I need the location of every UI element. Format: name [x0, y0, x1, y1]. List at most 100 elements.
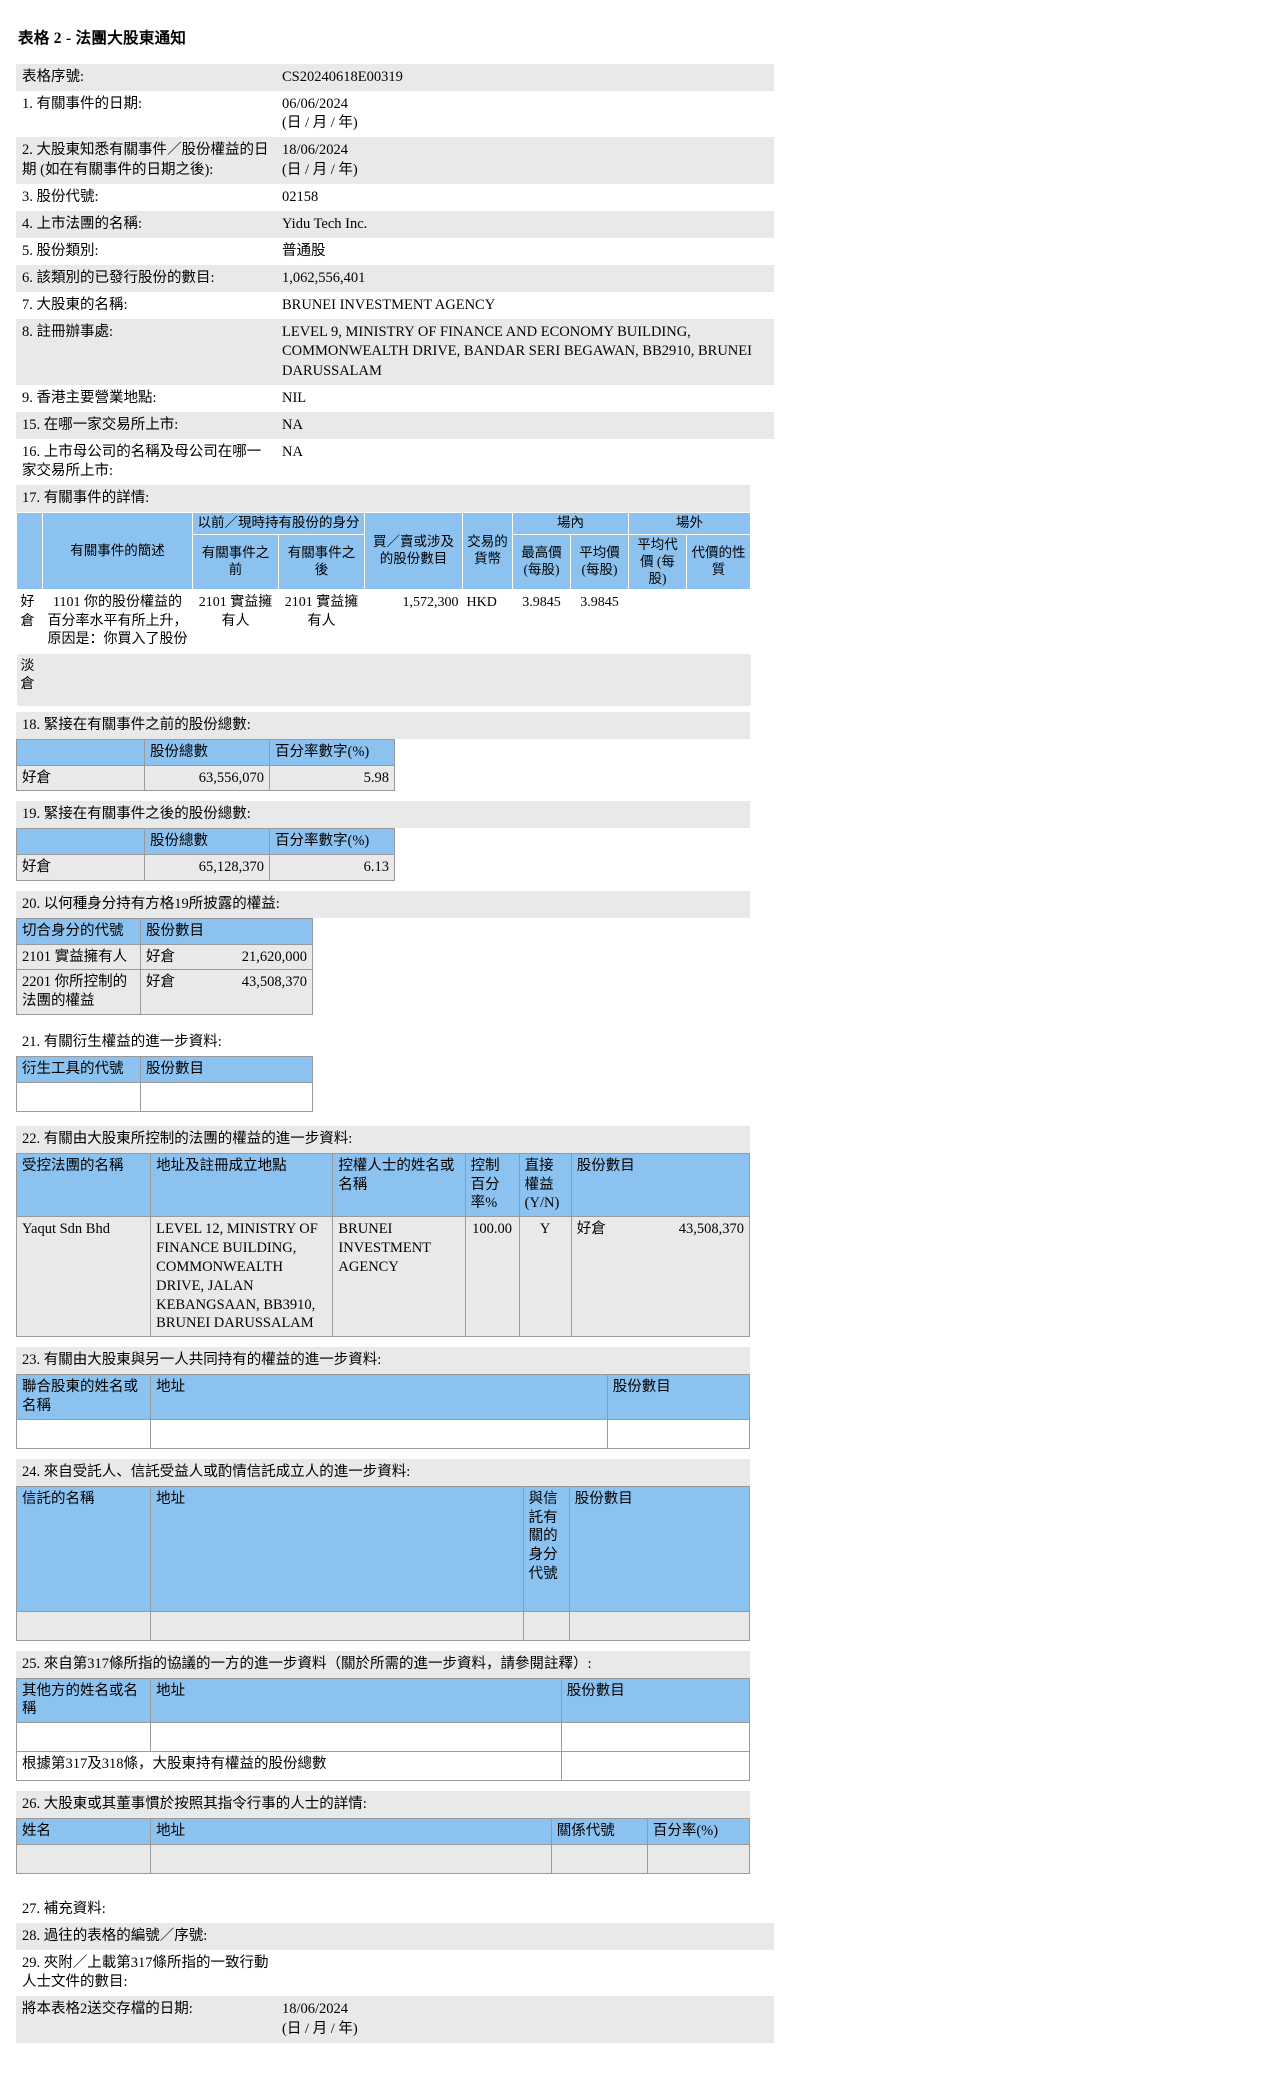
table-header-row: 姓名 地址 關係代號 百分率(%)	[15, 1818, 751, 1845]
field-value-subnote: (日 / 月 / 年)	[282, 115, 358, 132]
section-18-table: 股份總數 百分率數字(%) 好倉 63,556,070 5.98	[16, 738, 395, 792]
field-label: 6. 該類別的已發行股份的數目:	[16, 265, 276, 293]
capacity-code-number: 2201	[22, 974, 51, 991]
table-row: 16. 上市母公司的名稱及母公司在哪一家交易所上市: NA	[16, 439, 774, 485]
field-value	[276, 1923, 774, 1951]
section-22-table: 受控法團的名稱 地址及註冊成立地點 控權人士的姓名或名稱 控制百分率% 直接權益…	[15, 1152, 751, 1338]
col-number-of-shares: 股份數目	[140, 917, 313, 945]
cell-number-of-shares	[568, 1610, 751, 1641]
table-header-row: 衍生工具的代號 股份數目	[16, 1056, 313, 1083]
section-21-table: 衍生工具的代號 股份數目	[16, 1056, 313, 1112]
col-currency: 交易的貨幣	[462, 511, 513, 591]
col-blank	[16, 828, 145, 856]
capacity-code-number: 2101	[22, 948, 51, 965]
section-25-table: 其他方的姓名或名稱 地址 股份數目 根據第317及318條，大股東持有權益的股份…	[15, 1677, 751, 1782]
cell-address	[150, 1843, 552, 1874]
col-total-shares: 股份總數	[144, 738, 270, 766]
field-label: 28. 過往的表格的編號／序號:	[16, 1923, 276, 1951]
section-19-table: 股份總數 百分率數字(%) 好倉 65,128,370 6.13	[16, 828, 395, 881]
cell-direct-interest: Y	[518, 1216, 572, 1338]
cell-highest-price: 3.9845	[522, 595, 561, 611]
table-header-row: 其他方的姓名或名稱 地址 股份數目	[15, 1677, 751, 1724]
table-row: 6. 該類別的已發行股份的數目: 1,062,556,401	[16, 265, 774, 293]
cell-other-party-name	[15, 1722, 152, 1753]
cell-avg-consideration	[629, 590, 687, 654]
field-value	[276, 1896, 774, 1923]
field-label: 15. 在哪一家交易所上市:	[16, 411, 276, 439]
section-20-table: 切合身分的代號 股份數目 2101 實益擁有人 好倉 21,620,000 22…	[16, 917, 313, 1016]
cell-joint-holder-name	[15, 1418, 152, 1449]
cell-position: 好倉	[16, 854, 145, 881]
cell-number-of-shares: 好倉 43,508,370	[570, 1216, 751, 1338]
col-control-percentage: 控制百分率%	[464, 1152, 520, 1218]
table-row: 淡倉	[16, 653, 751, 706]
col-derivative-code: 衍生工具的代號	[16, 1056, 141, 1083]
cell-shares: 43,508,370	[678, 1221, 744, 1238]
section-17-caption: 17. 有關事件的詳情:	[16, 485, 750, 512]
footer-fields-table: 27. 補充資料: 28. 過往的表格的編號／序號: 29. 夾附／上載第317…	[16, 1896, 774, 2043]
col-number-of-shares: 股份數目	[568, 1485, 751, 1612]
field-label: 2. 大股東知悉有關事件／股份權益的日期 (如在有關事件的日期之後):	[16, 137, 276, 184]
cell-average-price	[570, 653, 629, 706]
table-row: 1. 有關事件的日期: 06/06/2024 (日 / 月 / 年)	[16, 91, 774, 137]
cell-capacity-after	[278, 653, 365, 706]
table-row: 8. 註冊辦事處: LEVEL 9, MINISTRY OF FINANCE A…	[16, 319, 774, 385]
table-row: 3. 股份代號: 02158	[16, 184, 774, 211]
cell-capacity-code: 2101 實益擁有人	[16, 943, 141, 971]
table-row: 好倉 63,556,070 5.98	[16, 764, 395, 792]
before-code: 2101	[198, 595, 227, 611]
cell-nature-consideration	[686, 653, 751, 706]
col-off-exchange: 場外	[628, 511, 751, 535]
field-value: CS20240618E00319	[276, 64, 774, 92]
section-23-caption: 23. 有關由大股東與另一人共同持有的權益的進一步資料:	[16, 1347, 750, 1375]
field-value: NIL	[282, 389, 307, 406]
col-other-party-name: 其他方的姓名或名稱	[15, 1677, 152, 1724]
cell-shares-involved	[364, 653, 463, 706]
cell-highest-price	[512, 653, 571, 706]
cell-total-label: 根據第317及318條，大股東持有權益的股份總數	[16, 1751, 562, 1782]
cell-number-of-shares	[140, 1081, 313, 1112]
field-label: 8. 註冊辦事處:	[16, 319, 276, 385]
col-nature-consideration: 代價的性質	[686, 533, 751, 591]
field-value: 普通股	[282, 242, 326, 259]
field-value: NA	[276, 411, 774, 439]
table-row	[15, 1418, 751, 1449]
cell-avg-consideration	[628, 653, 687, 706]
field-value-subnote: (日 / 月 / 年)	[282, 161, 358, 178]
section-19-caption: 19. 緊接在有關事件之後的股份總數:	[16, 801, 750, 829]
table-row: 2101 實益擁有人 好倉 21,620,000	[16, 943, 313, 971]
field-value: 18/06/2024 (日 / 月 / 年)	[276, 1996, 774, 2043]
table-row: 好倉 1101 你的股份權益的百分率水平有所上升，原因是：你買入了股份 2101…	[17, 590, 751, 654]
field-value: 18/06/2024 (日 / 月 / 年)	[276, 137, 774, 184]
col-number-of-shares: 股份數目	[606, 1374, 751, 1420]
col-percentage: 百分率數字(%)	[269, 828, 395, 856]
table-row-total: 根據第317及318條，大股東持有權益的股份總數	[16, 1751, 751, 1782]
cell-percentage	[646, 1843, 751, 1874]
section-26-caption: 26. 大股東或其董事慣於按照其指令行事的人士的詳情:	[16, 1791, 750, 1819]
col-percentage: 百分率(%)	[646, 1818, 751, 1845]
cell-average-price: 3.9845	[580, 595, 619, 611]
field-label: 7. 大股東的名稱:	[22, 297, 128, 314]
section-25-caption: 25. 來自第317條所指的協議的一方的進一步資料（關於所需的進一步資料，請參閱…	[16, 1650, 750, 1678]
cell-percentage: 6.13	[269, 854, 395, 881]
col-address-incorporation: 地址及註冊成立地點	[150, 1152, 334, 1218]
table-row: 7. 大股東的名稱: BRUNEI INVESTMENT AGENCY	[16, 292, 774, 319]
field-label: 16. 上市母公司的名稱及母公司在哪一家交易所上市:	[22, 443, 262, 479]
col-total-shares: 股份總數	[144, 828, 270, 856]
field-value: 06/06/2024 (日 / 月 / 年)	[276, 91, 774, 137]
cell-number-of-shares: 好倉 43,508,370	[140, 969, 313, 1016]
cell-controlled-corp-name: Yaqut Sdn Bhd	[15, 1216, 152, 1338]
cell-address	[150, 1418, 608, 1449]
cell-address-incorporation: LEVEL 12, MINISTRY OF FINANCE BUILDING, …	[150, 1216, 334, 1338]
field-value: Yidu Tech Inc.	[276, 210, 774, 238]
col-controller-name: 控權人士的姓名或名稱	[332, 1152, 466, 1218]
table-row: 表格序號: CS20240618E00319	[16, 64, 774, 92]
cell-currency	[462, 653, 513, 706]
field-label: 29. 夾附／上載第317條所指的一致行動人士文件的數目:	[22, 1955, 269, 1991]
cell-total-shares: 63,556,070	[144, 764, 270, 792]
field-label: 4. 上市法團的名稱:	[16, 210, 276, 238]
table-row: 好倉 65,128,370 6.13	[16, 854, 395, 881]
header-fields-table: 表格序號: CS20240618E00319 1. 有關事件的日期: 06/06…	[16, 64, 774, 485]
section-26-table: 姓名 地址 關係代號 百分率(%)	[15, 1818, 751, 1874]
col-trust-capacity-code: 與信託有關的身分代號	[522, 1485, 570, 1612]
